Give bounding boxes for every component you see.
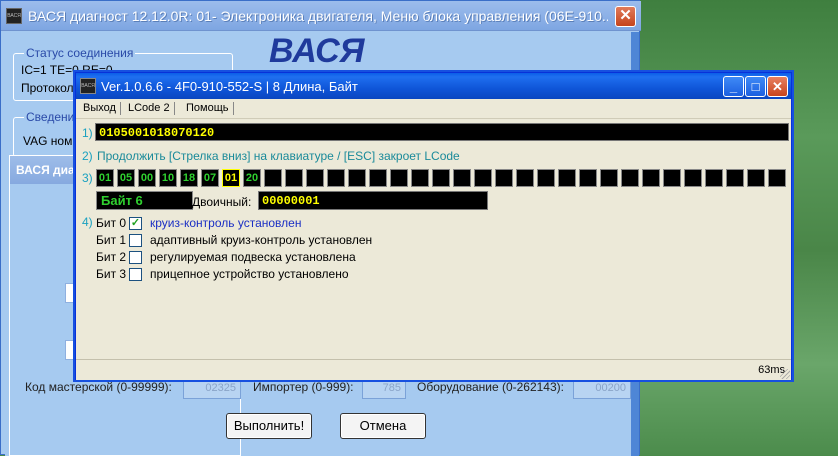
byte-cell[interactable] xyxy=(390,169,408,187)
byte-cell[interactable] xyxy=(474,169,492,187)
vag-number-label: VAG ном xyxy=(23,134,73,148)
byte-cell[interactable] xyxy=(348,169,366,187)
byte-cell[interactable] xyxy=(306,169,324,187)
bit-checkbox[interactable] xyxy=(129,251,142,264)
byte-cell[interactable] xyxy=(537,169,555,187)
byte-cell[interactable]: 01 xyxy=(96,169,114,187)
byte-cell[interactable] xyxy=(663,169,681,187)
dialog-titlebar[interactable]: ВАСЯ Ver.1.0.6.6 - 4F0-910-552-S | 8 Дли… xyxy=(76,73,791,99)
byte-cell[interactable] xyxy=(558,169,576,187)
step2-number: 2) xyxy=(82,149,93,163)
byte-cell[interactable] xyxy=(600,169,618,187)
byte-cell[interactable] xyxy=(705,169,723,187)
byte-cell[interactable]: 05 xyxy=(117,169,135,187)
bit-label: Бит 1 xyxy=(96,233,127,247)
workshop-code-label: Код мастерской (0-99999): xyxy=(25,380,172,394)
main-titlebar[interactable]: ВАСЯ ВАСЯ диагност 12.12.0R: 01- Электро… xyxy=(1,1,641,31)
byte-cell[interactable] xyxy=(264,169,282,187)
byte-cell[interactable] xyxy=(579,169,597,187)
execute-button[interactable]: Выполнить! xyxy=(226,413,312,439)
importer-input[interactable]: 785 xyxy=(362,378,406,399)
byte-cell[interactable] xyxy=(453,169,471,187)
lcode-value: 0105001018070120 xyxy=(99,126,215,140)
byte-cell[interactable] xyxy=(495,169,513,187)
bit-checkbox[interactable] xyxy=(129,234,142,247)
byte-cell[interactable]: 07 xyxy=(201,169,219,187)
importer-label: Импортер (0-999): xyxy=(253,380,354,394)
byte-cell[interactable] xyxy=(684,169,702,187)
lcode-field[interactable]: 0105001018070120 xyxy=(95,123,789,141)
byte-cell[interactable] xyxy=(621,169,639,187)
navigation-hint: Продолжить [Стрелка вниз] на клавиатуре … xyxy=(97,149,460,163)
menu-exit[interactable]: Выход xyxy=(83,102,116,114)
binary-value: 00000001 xyxy=(262,194,320,208)
byte-cell[interactable] xyxy=(642,169,660,187)
byte-cell[interactable] xyxy=(516,169,534,187)
byte-cell[interactable] xyxy=(432,169,450,187)
byte-cell[interactable]: 18 xyxy=(180,169,198,187)
lcode-dialog: ВАСЯ Ver.1.0.6.6 - 4F0-910-552-S | 8 Дли… xyxy=(75,72,792,380)
cancel-button[interactable]: Отмена xyxy=(340,413,426,439)
byte-cell[interactable]: 10 xyxy=(159,169,177,187)
byte-cell[interactable] xyxy=(285,169,303,187)
connection-status-legend: Статус соединения xyxy=(24,46,136,60)
bit-label: Бит 2 xyxy=(96,250,127,264)
protocol-label: Протоколл xyxy=(21,81,81,95)
minimize-icon[interactable]: _ xyxy=(723,76,744,97)
step3-number: 3) xyxy=(82,171,93,185)
step4-number: 4) xyxy=(82,215,93,229)
bit-checkbox[interactable]: ✓ xyxy=(129,217,142,230)
main-close-button[interactable]: ✕ xyxy=(615,6,636,27)
byte-cell[interactable] xyxy=(726,169,744,187)
dialog-statusbar: 63ms xyxy=(76,359,791,380)
bit-label: Бит 0 xyxy=(96,216,127,230)
dialog-menubar: Выход LCode 2 Помощь xyxy=(76,99,791,119)
vasya-logo: ВАСЯ xyxy=(269,32,365,70)
workshop-code-input[interactable]: 02325 xyxy=(183,378,241,399)
byte-cell[interactable] xyxy=(411,169,429,187)
maximize-icon[interactable]: □ xyxy=(745,76,766,97)
bit-description: адаптивный круиз-контроль установлен xyxy=(150,233,373,247)
resize-grip-icon[interactable] xyxy=(780,369,790,379)
byte-cell[interactable] xyxy=(768,169,786,187)
main-window-title: ВАСЯ диагност 12.12.0R: 01- Электроника … xyxy=(28,8,608,24)
binary-field[interactable]: 00000001 xyxy=(258,191,488,210)
menu-separator xyxy=(233,102,234,115)
byte-cell[interactable]: 20 xyxy=(243,169,261,187)
menu-separator xyxy=(174,102,175,115)
byte-cell[interactable]: 01 xyxy=(222,169,240,187)
byte-cell[interactable] xyxy=(327,169,345,187)
byte-cell[interactable] xyxy=(369,169,387,187)
info-legend: Сведени xyxy=(24,110,77,124)
step1-number: 1) xyxy=(82,126,93,140)
bit-description: регулируемая подвеска установлена xyxy=(150,250,356,264)
menu-separator xyxy=(120,102,121,115)
menu-help[interactable]: Помощь xyxy=(186,102,229,114)
byte-cell[interactable]: 00 xyxy=(138,169,156,187)
bit-description: прицепное устройство установлено xyxy=(150,267,349,281)
binary-label: Двоичный: xyxy=(192,195,252,209)
bit-label: Бит 3 xyxy=(96,267,127,281)
byte-cell[interactable] xyxy=(747,169,765,187)
bit-checkbox[interactable] xyxy=(129,268,142,281)
selected-byte-label: Байт 6 xyxy=(96,191,193,210)
dialog-app-icon: ВАСЯ xyxy=(80,78,96,94)
app-icon: ВАСЯ xyxy=(6,8,22,24)
bit-description: круиз-контроль установлен xyxy=(150,216,302,230)
menu-lcode2[interactable]: LCode 2 xyxy=(128,102,170,114)
equipment-label: Оборудование (0-262143): xyxy=(417,380,564,394)
equipment-input[interactable]: 00200 xyxy=(573,378,631,399)
dialog-close-icon[interactable]: ✕ xyxy=(767,76,788,97)
dialog-title: Ver.1.0.6.6 - 4F0-910-552-S | 8 Длина, Б… xyxy=(101,79,358,94)
